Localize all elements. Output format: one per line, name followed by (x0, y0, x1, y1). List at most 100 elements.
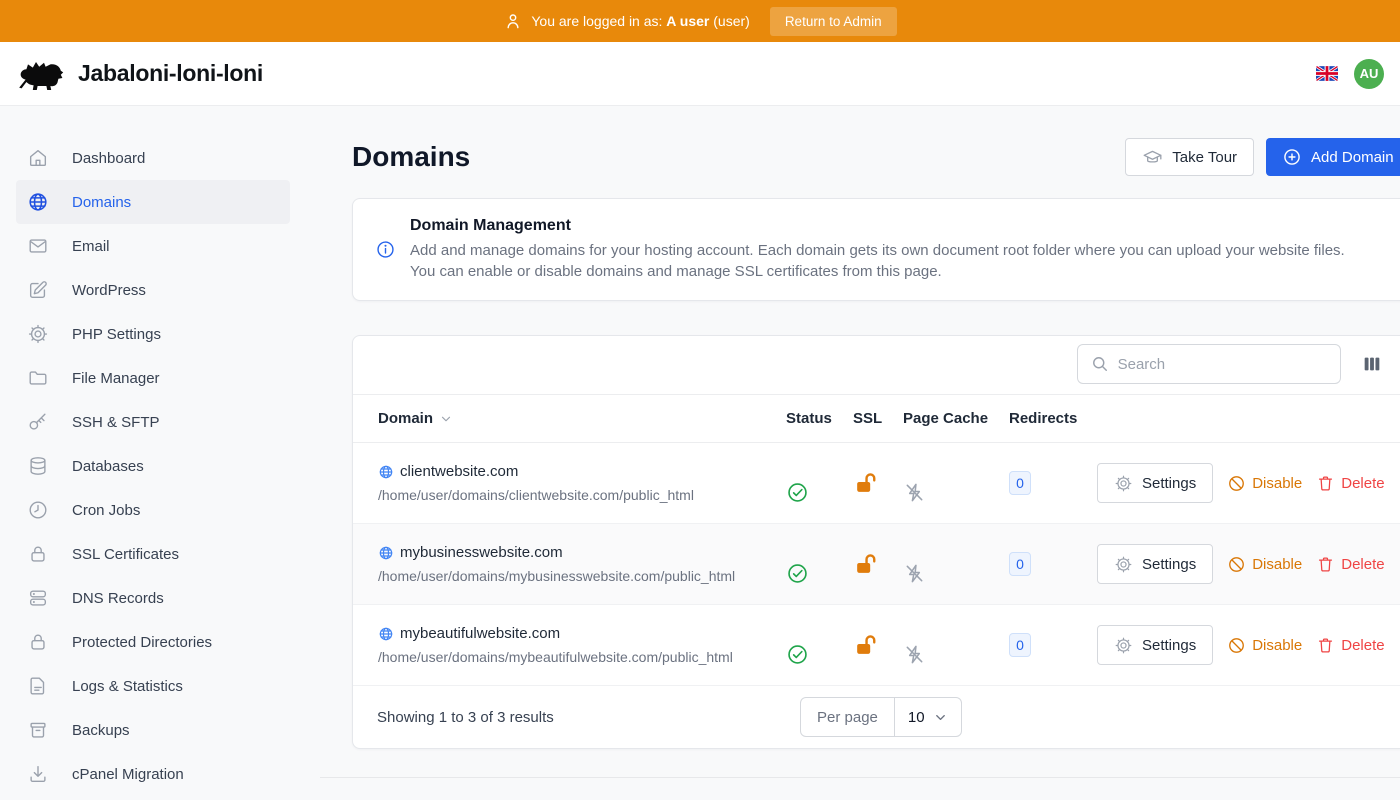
sidebar-item-label: Cron Jobs (72, 502, 140, 519)
settings-button[interactable]: Settings (1097, 463, 1213, 503)
banner-prefix: You are logged in as: (531, 13, 662, 29)
search-input[interactable] (1118, 356, 1328, 373)
sidebar-item-cpanel-migration[interactable]: cPanel Migration (16, 752, 290, 796)
sidebar-item-cron-jobs[interactable]: Cron Jobs (16, 488, 290, 532)
domain-path: /home/user/domains/mybeautifulwebsite.co… (378, 649, 786, 665)
domain-name: mybusinesswebsite.com (400, 544, 563, 561)
folder-icon (27, 367, 49, 389)
page-cache-off-icon (903, 481, 1009, 504)
plus-circle-icon (1282, 147, 1302, 167)
column-header-page-cache: Page Cache (903, 410, 1009, 427)
disable-button[interactable]: Disable (1227, 474, 1302, 493)
sidebar-item-email[interactable]: Email (16, 224, 290, 268)
table-header-row: Domain Status SSL Page Cache Redirects (353, 395, 1400, 443)
sidebar-item-ssh-sftp[interactable]: SSH & SFTP (16, 400, 290, 444)
info-card-title: Domain Management (410, 217, 1370, 235)
server-icon (27, 587, 49, 609)
take-tour-label: Take Tour (1172, 149, 1237, 166)
domain-cell: clientwebsite.com /home/user/domains/cli… (378, 463, 786, 503)
status-enabled-icon (786, 562, 853, 585)
archive-box-icon (27, 719, 49, 741)
chevron-down-icon (933, 710, 948, 725)
domain-name: clientwebsite.com (400, 463, 518, 480)
sidebar: Dashboard Domains Email WordPress PHP Se… (0, 106, 320, 800)
lock-icon (27, 543, 49, 565)
impersonation-banner: You are logged in as: A user (user) Retu… (0, 0, 1400, 42)
pencil-square-icon (27, 279, 49, 301)
column-toggle-button[interactable] (1359, 351, 1385, 377)
domain-cell: mybusinesswebsite.com /home/user/domains… (378, 544, 786, 584)
settings-button[interactable]: Settings (1097, 625, 1213, 665)
domains-table-card: Domain Status SSL Page Cache Redirects c… (352, 335, 1400, 749)
sidebar-item-backups[interactable]: Backups (16, 708, 290, 752)
ssl-unlocked-icon (853, 552, 903, 577)
trash-icon (1316, 636, 1335, 655)
per-page-value: 10 (908, 709, 925, 726)
sidebar-item-label: cPanel Migration (72, 766, 184, 783)
info-card-body: Add and manage domains for your hosting … (410, 241, 1370, 282)
table-toolbar (353, 336, 1400, 395)
globe-icon (27, 191, 49, 213)
columns-icon (1361, 353, 1383, 375)
sidebar-item-label: Backups (72, 722, 130, 739)
table-footer: Showing 1 to 3 of 3 results Per page 10 (353, 686, 1400, 748)
per-page-select[interactable]: Per page 10 (800, 697, 962, 737)
row-actions: Settings Disable Delete (1097, 544, 1393, 584)
brand-link[interactable]: Jabaloni-loni-loni (16, 57, 263, 91)
app-header: Jabaloni-loni-loni AU (0, 42, 1400, 106)
table-row: clientwebsite.com /home/user/domains/cli… (353, 443, 1400, 524)
globe-icon (378, 464, 394, 480)
info-card: Domain Management Add and manage domains… (352, 198, 1400, 301)
delete-button[interactable]: Delete (1316, 636, 1384, 655)
redirects-count-badge[interactable]: 0 (1009, 552, 1031, 576)
column-header-domain[interactable]: Domain (378, 410, 786, 427)
key-icon (27, 411, 49, 433)
results-summary: Showing 1 to 3 of 3 results (377, 709, 800, 726)
return-to-admin-button[interactable]: Return to Admin (770, 7, 897, 36)
download-icon (27, 763, 49, 785)
page-title: Domains (352, 141, 470, 173)
redirects-count-badge[interactable]: 0 (1009, 633, 1031, 657)
sidebar-item-label: Dashboard (72, 150, 145, 167)
add-domain-label: Add Domain (1311, 149, 1394, 166)
globe-icon (378, 626, 394, 642)
page-cache-off-icon (903, 562, 1009, 585)
sidebar-item-label: SSH & SFTP (72, 414, 160, 431)
sidebar-item-label: File Manager (72, 370, 160, 387)
sidebar-item-ssl-certificates[interactable]: SSL Certificates (16, 532, 290, 576)
sidebar-item-label: Domains (72, 194, 131, 211)
banner-user-name: A user (666, 13, 709, 29)
domain-path: /home/user/domains/clientwebsite.com/pub… (378, 487, 786, 503)
disable-button[interactable]: Disable (1227, 555, 1302, 574)
sidebar-item-label: SSL Certificates (72, 546, 179, 563)
table-row: mybusinesswebsite.com /home/user/domains… (353, 524, 1400, 605)
table-row: mybeautifulwebsite.com /home/user/domain… (353, 605, 1400, 686)
trash-icon (1316, 555, 1335, 574)
add-domain-button[interactable]: Add Domain (1266, 138, 1400, 176)
sidebar-item-dashboard[interactable]: Dashboard (16, 136, 290, 180)
disable-button[interactable]: Disable (1227, 636, 1302, 655)
take-tour-button[interactable]: Take Tour (1125, 138, 1254, 176)
sidebar-item-domains[interactable]: Domains (16, 180, 290, 224)
domain-path: /home/user/domains/mybusinesswebsite.com… (378, 568, 786, 584)
delete-button[interactable]: Delete (1316, 474, 1384, 493)
sidebar-item-label: PHP Settings (72, 326, 161, 343)
sidebar-item-label: Databases (72, 458, 144, 475)
sidebar-item-php-settings[interactable]: PHP Settings (16, 312, 290, 356)
sidebar-item-file-manager[interactable]: File Manager (16, 356, 290, 400)
redirects-count-badge[interactable]: 0 (1009, 471, 1031, 495)
sidebar-item-dns-records[interactable]: DNS Records (16, 576, 290, 620)
sidebar-item-databases[interactable]: Databases (16, 444, 290, 488)
row-actions: Settings Disable Delete (1097, 463, 1393, 503)
sidebar-item-logs-statistics[interactable]: Logs & Statistics (16, 664, 290, 708)
sidebar-item-wordpress[interactable]: WordPress (16, 268, 290, 312)
settings-button[interactable]: Settings (1097, 544, 1213, 584)
sidebar-item-protected-directories[interactable]: Protected Directories (16, 620, 290, 664)
info-icon (375, 239, 396, 260)
status-enabled-icon (786, 643, 853, 666)
ban-icon (1227, 555, 1246, 574)
gear-icon (1114, 474, 1133, 493)
delete-button[interactable]: Delete (1316, 555, 1384, 574)
avatar[interactable]: AU (1354, 59, 1384, 89)
uk-flag-icon[interactable] (1316, 66, 1338, 81)
